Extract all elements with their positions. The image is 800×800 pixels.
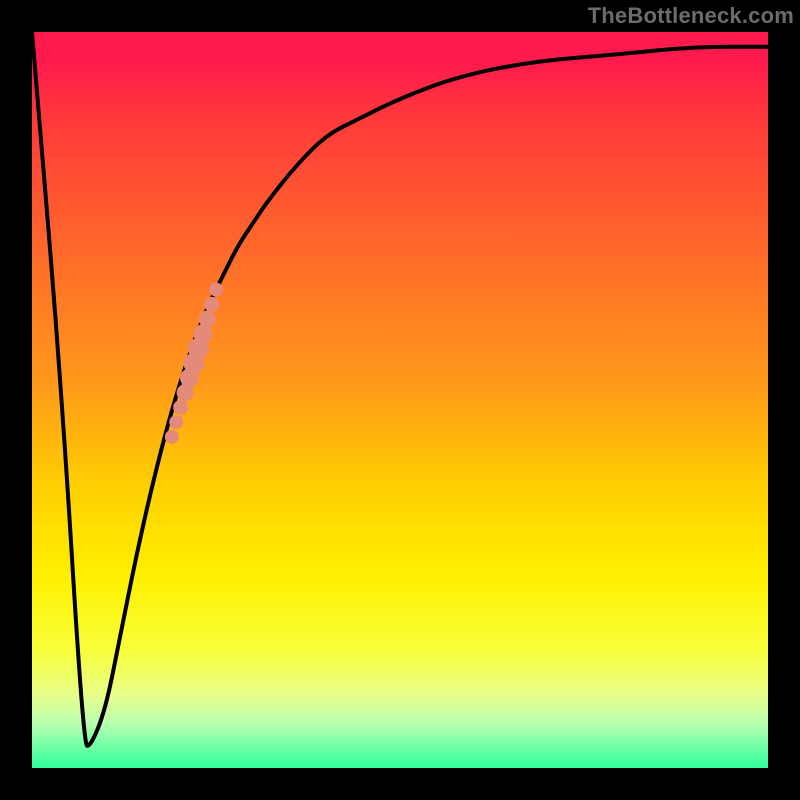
highlight-dot <box>204 297 219 312</box>
highlight-dot <box>199 311 216 328</box>
bottleneck-curve <box>32 32 768 768</box>
highlight-dot <box>165 430 179 444</box>
highlight-dot <box>209 283 223 297</box>
highlight-dot <box>173 400 188 415</box>
chart-frame: TheBottleneck.com <box>0 0 800 800</box>
highlight-dot <box>169 415 183 429</box>
plot-area <box>32 32 768 768</box>
watermark-text: TheBottleneck.com <box>588 3 794 29</box>
